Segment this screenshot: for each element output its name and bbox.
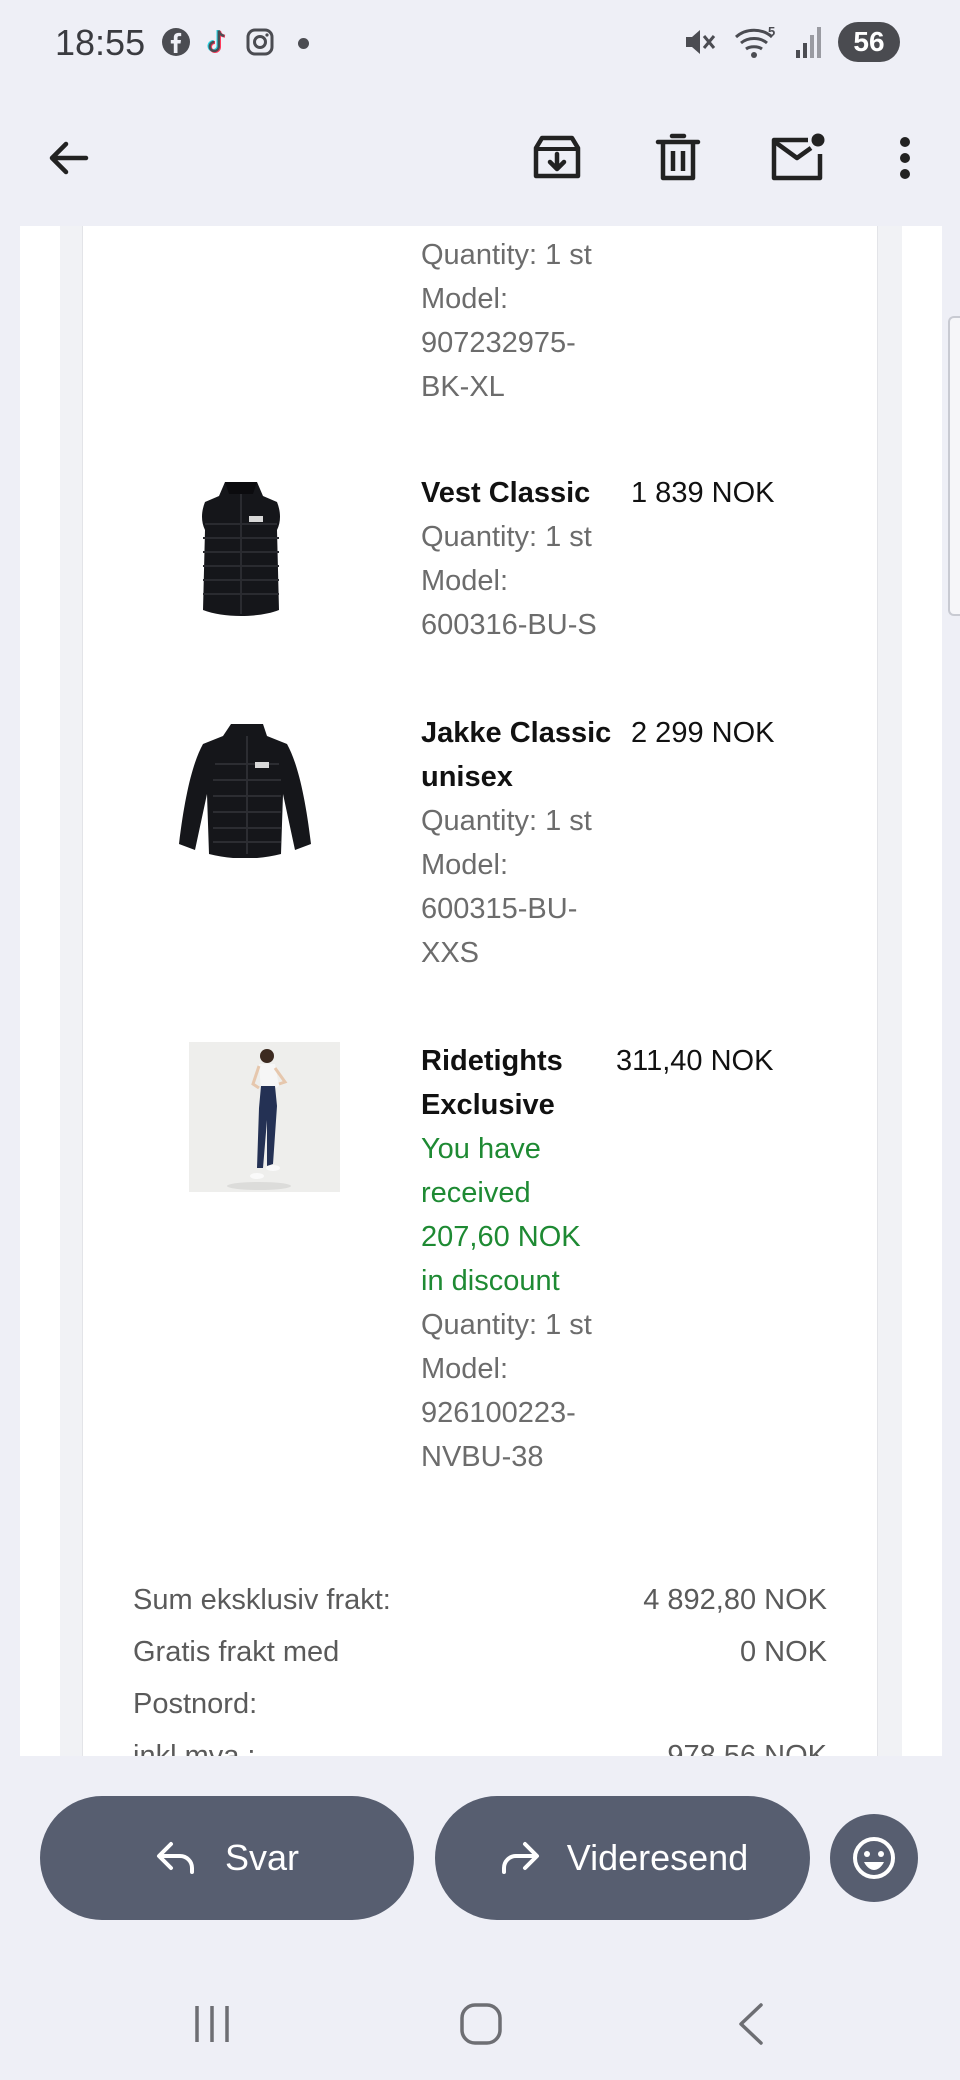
item-model-line: 926100223- [421,1397,576,1429]
item-model-line: BK-XL [421,371,505,403]
archive-button[interactable] [517,118,597,198]
summary-value: 978,56 NOK [667,1740,827,1756]
jacket-product-image[interactable] [175,718,319,858]
summary-value: 0 NOK [739,1636,827,1668]
item-price: 311,40 NOK [616,1045,774,1077]
more-vert-icon [900,137,910,179]
item-discount-text: received [421,1177,531,1209]
item-model-line: NVBU-38 [421,1441,544,1473]
battery-indicator: 56 [838,22,900,62]
item-price: 1 839 NOK [631,477,775,509]
summary-label: inkl mva.: [133,1740,256,1756]
delete-icon [655,133,701,181]
item-model-line: 907232975- [421,327,576,359]
status-right-group: 5 56 [682,22,900,62]
email-toolbar [0,88,960,226]
delete-button[interactable] [638,118,718,198]
more-options-button[interactable] [865,118,945,198]
instagram-icon [246,28,274,56]
more-notifications-dot-icon [298,38,309,49]
reply-button[interactable]: Svar [40,1796,414,1920]
facebook-icon [162,28,190,56]
mark-unread-button[interactable] [758,118,838,198]
item-quantity: Quantity: 1 st [421,805,592,837]
reply-icon [156,1842,194,1874]
summary-value: 4 892,80 NOK [643,1584,827,1616]
wifi-icon: 5 [734,24,775,58]
home-icon[interactable] [459,2002,503,2046]
email-body-scroll[interactable]: Quantity: 1 st Model: 907232975- BK-XL V… [0,226,960,1756]
item-model-line: XXS [421,937,480,969]
item-quantity: Quantity: 1 st [421,521,592,553]
item-price: 2 299 NOK [631,717,775,749]
forward-button[interactable]: Videresend [435,1796,810,1920]
summary-label: Sum eksklusiv frakt: [133,1584,391,1616]
mark-unread-icon [771,133,825,181]
item-model-line: 600315-BU- [421,893,578,925]
item-title: Jakke Classic [421,717,612,749]
item-discount-text: in discount [421,1265,560,1297]
item-discount-text: 207,60 NOK [421,1221,581,1253]
item-model-label: Model: [421,565,509,597]
item-title: unisex [421,761,513,793]
system-nav-bar [0,1960,960,2080]
emoji-icon [853,1837,895,1879]
tights-product-image[interactable] [189,1042,340,1192]
system-back-icon[interactable] [735,2002,767,2046]
summary-label: Gratis frakt med [133,1636,340,1668]
back-button[interactable] [28,118,108,198]
scroll-handle[interactable] [948,316,960,616]
item-model-label: Model: [421,849,509,881]
forward-icon [501,1842,539,1874]
archive-icon [533,135,581,179]
forward-label: Videresend [566,1837,749,1878]
tiktok-icon [207,30,226,53]
status-time: 18:55 [55,22,146,63]
wifi-badge: 5 [768,24,775,39]
item-model-label: Model: [421,1353,509,1385]
summary-label: Postnord: [133,1688,258,1720]
signal-icon [796,27,821,58]
reply-label: Svar [224,1837,300,1878]
order-card: Quantity: 1 st Model: 907232975- BK-XL V… [82,226,878,1756]
status-bar: 18:55 5 56 [0,0,960,88]
vest-product-image[interactable] [191,476,291,621]
emoji-reaction-button[interactable] [830,1814,918,1902]
mute-icon [686,30,716,54]
back-arrow-icon [49,141,89,175]
item-title: Exclusive [421,1089,555,1121]
item-model-label: Model: [421,283,509,315]
recent-apps-icon[interactable] [192,2004,232,2044]
item-quantity: Quantity: 1 st [421,239,592,271]
item-title: Ridetights [421,1045,563,1077]
item-model-line: 600316-BU-S [421,609,597,641]
item-title: Vest Classic [421,477,591,509]
item-discount-text: You have [421,1133,541,1165]
item-quantity: Quantity: 1 st [421,1309,592,1341]
